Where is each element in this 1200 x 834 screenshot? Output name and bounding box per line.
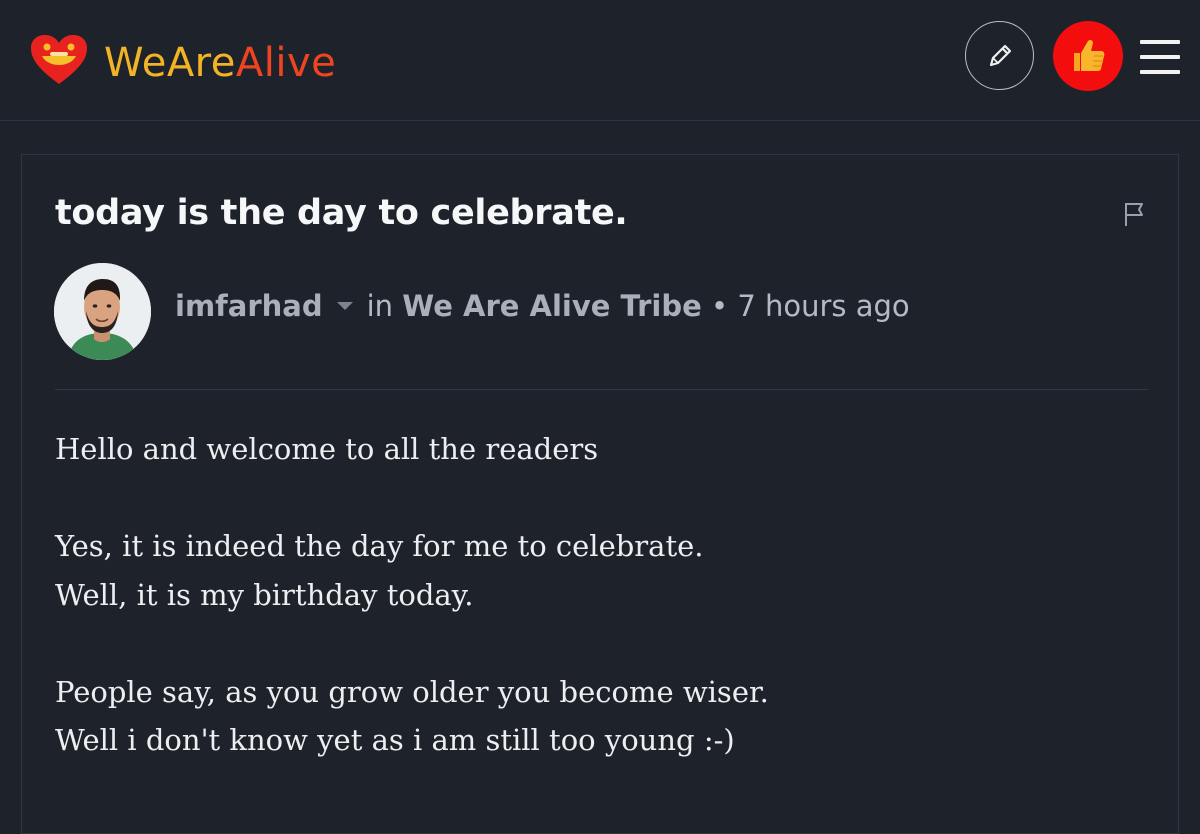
- logo-text-we-are: WeAre: [104, 40, 236, 86]
- menu-button[interactable]: [1140, 40, 1180, 74]
- meta-separator: •: [711, 289, 729, 323]
- body-paragraph: Well i don't know yet as i am still too …: [55, 723, 735, 757]
- body-paragraph: Well, it is my birthday today.: [55, 577, 474, 612]
- in-label: in: [366, 289, 394, 323]
- flag-icon[interactable]: [1122, 201, 1146, 227]
- thumbs-up-icon: [1074, 39, 1105, 71]
- logo-text[interactable]: WeAreAlive: [104, 40, 336, 86]
- post-time[interactable]: 7 hours ago: [737, 289, 909, 323]
- author-dropdown-icon[interactable]: [336, 302, 353, 310]
- meta-divider: [55, 389, 1148, 390]
- post-title: today is the day to celebrate.: [55, 193, 628, 233]
- avatar-image: [54, 263, 151, 360]
- logo-heart-icon[interactable]: [30, 34, 88, 86]
- body-paragraph: People say, as you grow older you become…: [55, 674, 769, 709]
- body-paragraph: Yes, it is indeed the day for me to cele…: [55, 529, 704, 563]
- hamburger-menu-icon: [1140, 40, 1180, 44]
- post-body: Hello and welcome to all the readers Yes…: [55, 425, 769, 765]
- author-avatar[interactable]: [54, 263, 151, 360]
- write-post-button[interactable]: [965, 21, 1034, 90]
- post-card: today is the day to celebrate. imfarhad i…: [21, 154, 1179, 834]
- post-meta: imfarhad in We Are Alive Tribe • 7 hours …: [175, 289, 910, 323]
- body-paragraph: Hello and welcome to all the readers: [55, 432, 599, 466]
- author-name[interactable]: imfarhad: [175, 289, 323, 323]
- upvote-button[interactable]: [1053, 21, 1123, 91]
- pencil-icon: [989, 44, 1011, 66]
- logo-text-alive: Alive: [235, 40, 337, 86]
- top-bar: WeAreAlive: [0, 0, 1200, 121]
- community-link[interactable]: We Are Alive Tribe: [402, 289, 702, 323]
